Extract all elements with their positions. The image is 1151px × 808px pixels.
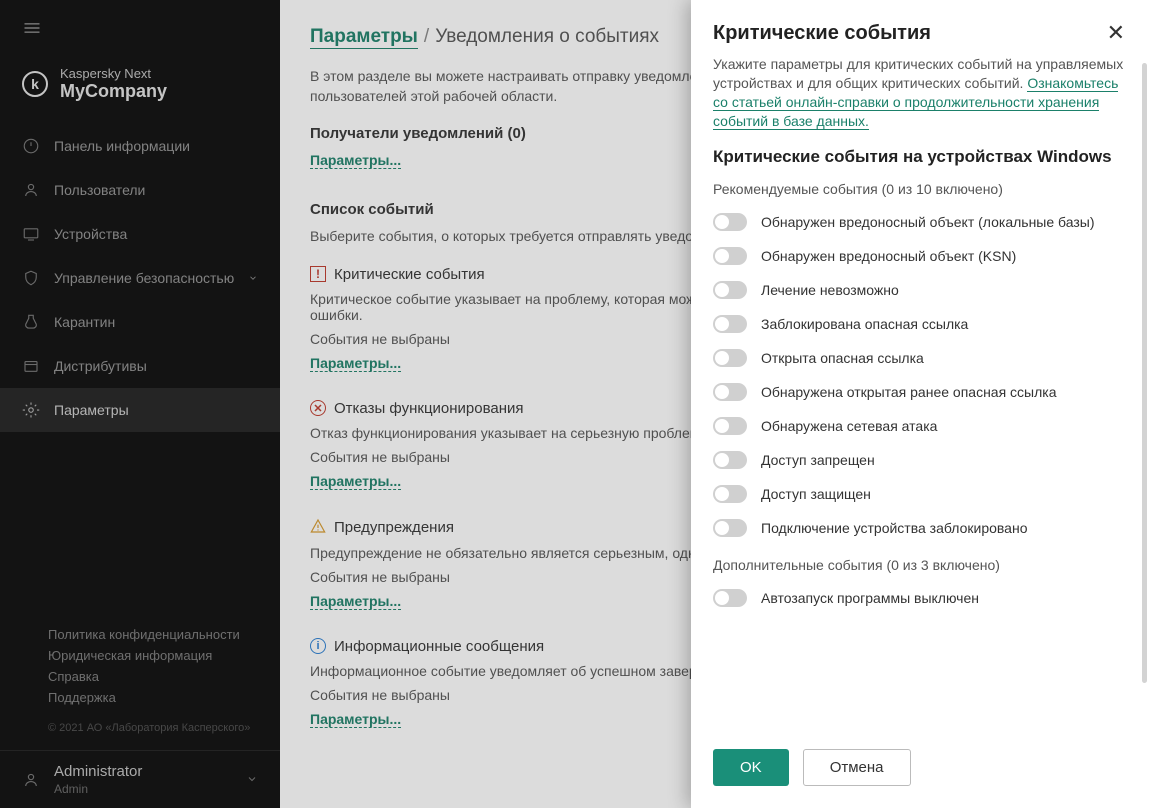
toggle-label: Доступ запрещен bbox=[761, 452, 875, 468]
critical-icon: ! bbox=[310, 266, 326, 282]
user-role: Admin bbox=[54, 782, 232, 796]
chevron-down-icon bbox=[248, 270, 258, 286]
nav-label: Устройства bbox=[54, 226, 127, 242]
toggle-label: Обнаружен вредоносный объект (локальные … bbox=[761, 214, 1095, 230]
toggle-row: Доступ защищен bbox=[713, 485, 1129, 503]
footer-link-privacy[interactable]: Политика конфиденциальности bbox=[48, 624, 258, 645]
nav-label: Пользователи bbox=[54, 182, 145, 198]
sidebar-footer: Политика конфиденциальности Юридическая … bbox=[0, 624, 280, 750]
hamburger-icon bbox=[22, 18, 42, 38]
info-icon: i bbox=[310, 638, 326, 654]
toggle-switch[interactable] bbox=[713, 383, 747, 401]
recommended-group-label: Рекомендуемые события (0 из 10 включено) bbox=[713, 181, 1129, 197]
close-icon[interactable]: ✕ bbox=[1103, 22, 1129, 44]
user-name: Administrator bbox=[54, 763, 232, 780]
nav-label: Дистрибутивы bbox=[54, 358, 147, 374]
warning-icon bbox=[310, 518, 326, 537]
footer-link-support[interactable]: Поддержка bbox=[48, 687, 258, 708]
dashboard-icon bbox=[22, 137, 40, 155]
users-icon bbox=[22, 181, 40, 199]
ok-button[interactable]: OK bbox=[713, 749, 789, 786]
toggle-switch[interactable] bbox=[713, 213, 747, 231]
additional-group-label: Дополнительные события (0 из 3 включено) bbox=[713, 557, 1129, 573]
toggle-label: Подключение устройства заблокировано bbox=[761, 520, 1028, 536]
nav: Панель информации Пользователи Устройств… bbox=[0, 124, 280, 624]
nav-item-packages[interactable]: Дистрибутивы bbox=[0, 344, 280, 388]
toggle-label: Заблокирована опасная ссылка bbox=[761, 316, 968, 332]
toggle-switch[interactable] bbox=[713, 281, 747, 299]
nav-label: Параметры bbox=[54, 402, 129, 418]
nav-label: Управление безопасностью bbox=[54, 270, 234, 286]
toggle-row: Обнаружен вредоносный объект (локальные … bbox=[713, 213, 1129, 231]
recipients-params-link[interactable]: Параметры... bbox=[310, 152, 401, 169]
footer-link-help[interactable]: Справка bbox=[48, 666, 258, 687]
nav-item-devices[interactable]: Устройства bbox=[0, 212, 280, 256]
toggle-row: Лечение невозможно bbox=[713, 281, 1129, 299]
toggle-label: Автозапуск программы выключен bbox=[761, 590, 979, 606]
sidebar: k Kaspersky Next MyCompany Панель информ… bbox=[0, 0, 280, 808]
toggle-switch[interactable] bbox=[713, 247, 747, 265]
footer-link-legal[interactable]: Юридическая информация bbox=[48, 645, 258, 666]
toggle-label: Открыта опасная ссылка bbox=[761, 350, 924, 366]
section-failure-link[interactable]: Параметры... bbox=[310, 473, 401, 490]
shield-icon bbox=[22, 269, 40, 287]
section-failure-title: Отказы функционирования bbox=[334, 400, 524, 417]
toggle-row: Заблокирована опасная ссылка bbox=[713, 315, 1129, 333]
toggle-label: Обнаружен вредоносный объект (KSN) bbox=[761, 248, 1016, 264]
copyright: © 2021 АО «Лаборатория Касперского» bbox=[48, 722, 258, 734]
quarantine-icon bbox=[22, 313, 40, 331]
toggle-label: Доступ защищен bbox=[761, 486, 871, 502]
toggle-label: Обнаружена открытая ранее опасная ссылка bbox=[761, 384, 1057, 400]
modal-subhead: Критические события на устройствах Windo… bbox=[713, 147, 1129, 167]
toggle-label: Обнаружена сетевая атака bbox=[761, 418, 937, 434]
failure-icon: ✕ bbox=[310, 400, 326, 416]
section-info-title: Информационные сообщения bbox=[334, 638, 544, 655]
brand-logo-icon: k bbox=[22, 71, 48, 97]
chevron-down-icon bbox=[246, 772, 258, 788]
toggle-switch[interactable] bbox=[713, 519, 747, 537]
toggle-switch[interactable] bbox=[713, 349, 747, 367]
toggle-switch[interactable] bbox=[713, 485, 747, 503]
packages-icon bbox=[22, 357, 40, 375]
toggle-switch[interactable] bbox=[713, 451, 747, 469]
section-info-link[interactable]: Параметры... bbox=[310, 711, 401, 728]
brand-line2: MyCompany bbox=[60, 81, 167, 102]
devices-icon bbox=[22, 225, 40, 243]
toggle-row: Автозапуск программы выключен bbox=[713, 589, 1129, 607]
hamburger-button[interactable] bbox=[0, 0, 280, 56]
modal-footer: OK Отмена bbox=[691, 733, 1151, 808]
toggle-row: Доступ запрещен bbox=[713, 451, 1129, 469]
breadcrumb-root[interactable]: Параметры bbox=[310, 26, 418, 49]
toggle-row: Обнаружен вредоносный объект (KSN) bbox=[713, 247, 1129, 265]
toggle-row: Открыта опасная ссылка bbox=[713, 349, 1129, 367]
toggle-row: Подключение устройства заблокировано bbox=[713, 519, 1129, 537]
nav-item-settings[interactable]: Параметры bbox=[0, 388, 280, 432]
nav-item-security[interactable]: Управление безопасностью bbox=[0, 256, 280, 300]
user-icon bbox=[22, 771, 40, 789]
brand-line1: Kaspersky Next bbox=[60, 66, 167, 81]
section-warning-link[interactable]: Параметры... bbox=[310, 593, 401, 610]
nav-label: Карантин bbox=[54, 314, 115, 330]
nav-label: Панель информации bbox=[54, 138, 190, 154]
nav-item-users[interactable]: Пользователи bbox=[0, 168, 280, 212]
user-row[interactable]: Administrator Admin bbox=[0, 750, 280, 808]
toggle-switch[interactable] bbox=[713, 589, 747, 607]
toggle-row: Обнаружена открытая ранее опасная ссылка bbox=[713, 383, 1129, 401]
nav-item-quarantine[interactable]: Карантин bbox=[0, 300, 280, 344]
modal-title: Критические события bbox=[713, 22, 1103, 45]
section-critical-link[interactable]: Параметры... bbox=[310, 355, 401, 372]
critical-events-modal: Критические события ✕ Укажите параметры … bbox=[691, 0, 1151, 808]
cancel-button[interactable]: Отмена bbox=[803, 749, 911, 786]
section-critical-title: Критические события bbox=[334, 266, 485, 283]
gear-icon bbox=[22, 401, 40, 419]
section-warning-title: Предупреждения bbox=[334, 519, 454, 536]
toggle-label: Лечение невозможно bbox=[761, 282, 899, 298]
nav-item-dashboard[interactable]: Панель информации bbox=[0, 124, 280, 168]
brand: k Kaspersky Next MyCompany bbox=[0, 56, 280, 124]
toggle-row: Обнаружена сетевая атака bbox=[713, 417, 1129, 435]
toggle-switch[interactable] bbox=[713, 315, 747, 333]
toggle-switch[interactable] bbox=[713, 417, 747, 435]
breadcrumb-current: Уведомления о событиях bbox=[435, 26, 659, 47]
